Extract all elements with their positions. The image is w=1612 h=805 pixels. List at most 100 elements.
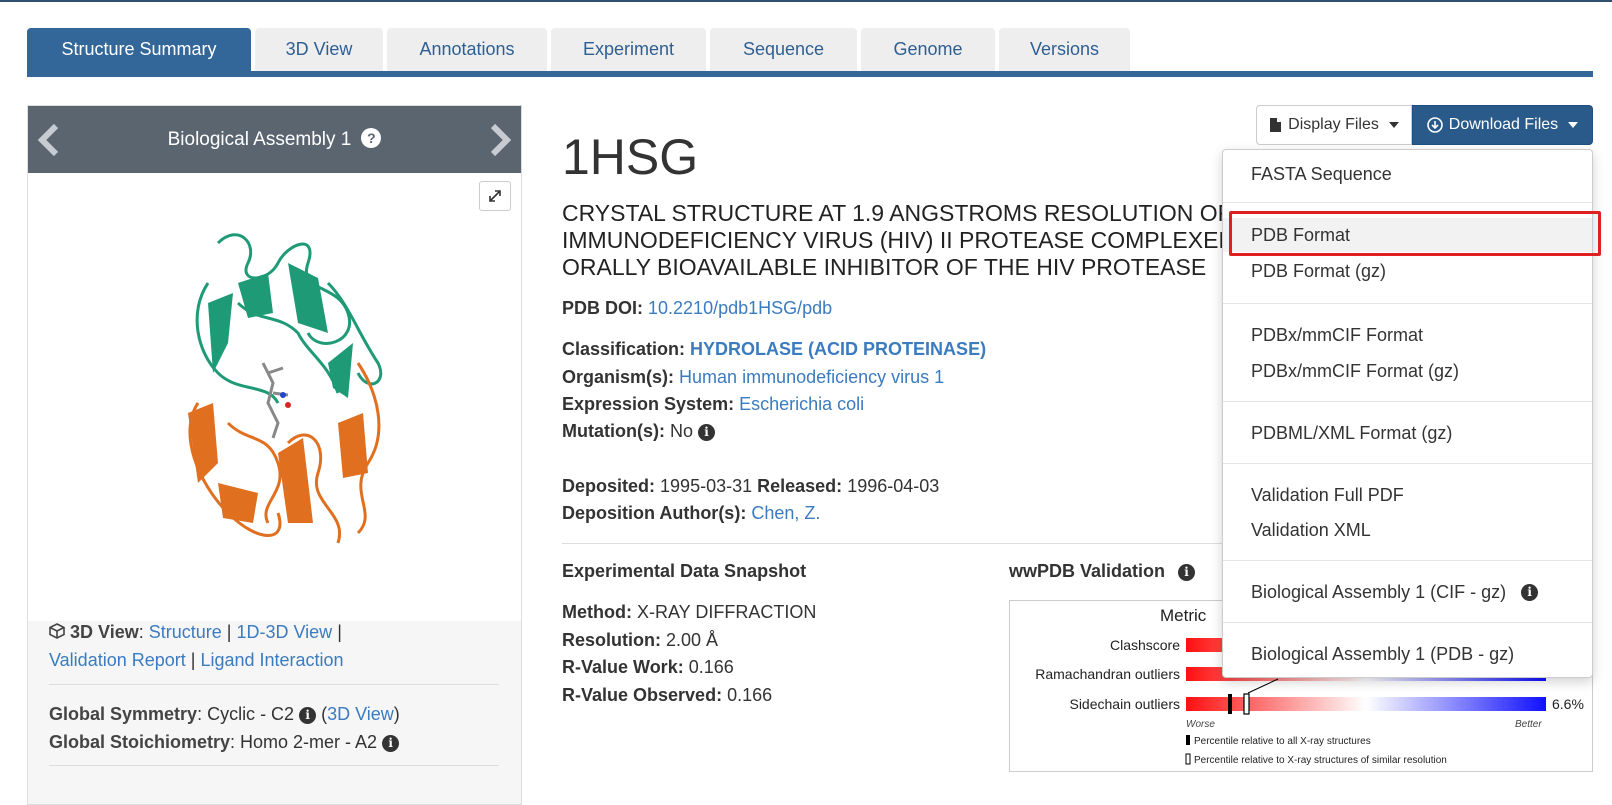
classification-label: Classification: — [562, 339, 686, 359]
tab-bar: Structure Summary 3D View Annotations Ex… — [27, 28, 1134, 71]
menu-item-fasta[interactable]: FASTA Sequence — [1223, 157, 1592, 191]
better-label: Better — [1515, 719, 1542, 730]
entry-title-line: ORALLY BIOAVAILABLE INHIBITOR OF THE HIV… — [562, 254, 1207, 280]
molecule-viewer[interactable] — [28, 173, 521, 621]
organism-link[interactable]: Human immunodeficiency virus 1 — [679, 367, 944, 387]
dates-row: Deposited: 1995-03-31 Released: 1996-04-… — [562, 476, 939, 497]
resolution-value: 2.00 Å — [666, 630, 719, 650]
info-icon[interactable]: i — [382, 735, 400, 752]
menu-item-validation-xml[interactable]: Validation XML — [1223, 513, 1592, 547]
entry-title: CRYSTAL STRUCTURE AT 1.9 ANGSTROMS RESOL… — [562, 200, 1222, 281]
info-icon[interactable]: i — [299, 707, 317, 724]
symmetry-value: : Cyclic - C2 — [197, 704, 295, 724]
assembly-title-text: Biological Assembly 1 — [167, 129, 352, 150]
validation-heading: wwPDB Validation i — [1009, 561, 1196, 582]
tab-genome[interactable]: Genome — [861, 28, 995, 71]
info-icon[interactable]: i — [1178, 564, 1196, 581]
caret-down-icon — [1388, 122, 1399, 128]
1d-3d-view-link[interactable]: 1D-3D View — [236, 622, 332, 642]
assembly-title: Biological Assembly 1? — [28, 128, 521, 151]
menu-item-pdbml[interactable]: PDBML/XML Format (gz) — [1223, 416, 1592, 450]
display-files-button[interactable]: Display Files — [1256, 105, 1412, 145]
method-row: Method: X-RAY DIFFRACTION — [562, 602, 816, 623]
menu-item-pdb-format-gz[interactable]: PDB Format (gz) — [1223, 254, 1592, 288]
divider — [49, 765, 499, 766]
organism-row: Organism(s): Human immunodeficiency viru… — [562, 367, 944, 388]
validation-report-link[interactable]: Validation Report — [49, 650, 186, 670]
chevron-right-icon[interactable] — [481, 122, 517, 158]
sidechain-marker-all — [1228, 694, 1232, 714]
symmetry-3d-view-link[interactable]: 3D View — [327, 704, 394, 724]
tab-versions[interactable]: Versions — [999, 28, 1130, 71]
top-rule — [0, 0, 1612, 2]
expression-label: Expression System: — [562, 394, 735, 414]
sidechain-bar — [1186, 697, 1546, 711]
tab-3d-view[interactable]: 3D View — [255, 28, 383, 71]
released-date: 1996-04-03 — [847, 476, 940, 496]
view-label: 3D View — [70, 622, 139, 642]
rwork-label: R-Value Work: — [562, 657, 684, 677]
mutation-value: No — [670, 421, 694, 441]
tab-sequence[interactable]: Sequence — [710, 28, 857, 71]
classification-row: Classification: HYDROLASE (ACID PROTEINA… — [562, 339, 986, 360]
robs-row: R-Value Observed: 0.166 — [562, 685, 772, 706]
display-files-label: Display Files — [1288, 116, 1379, 133]
rwork-row: R-Value Work: 0.166 — [562, 657, 734, 678]
worse-label: Worse — [1186, 719, 1215, 730]
legend-all: Percentile relative to all X-ray structu… — [1194, 736, 1371, 747]
download-files-button[interactable]: Download Files — [1412, 105, 1593, 145]
download-files-label: Download Files — [1448, 116, 1559, 133]
pdb-id: 1HSG — [562, 129, 699, 185]
tab-annotations[interactable]: Annotations — [387, 28, 547, 71]
mutation-row: Mutation(s): No i — [562, 421, 716, 442]
menu-item-pdb-format[interactable]: PDB Format — [1223, 218, 1592, 252]
deposited-label: Deposited: — [562, 476, 656, 496]
tab-structure-summary[interactable]: Structure Summary — [27, 28, 251, 71]
menu-divider — [1223, 463, 1592, 464]
tab-experiment[interactable]: Experiment — [551, 28, 706, 71]
help-icon[interactable]: ? — [361, 128, 382, 148]
ligand-interaction-link[interactable]: Ligand Interaction — [200, 650, 343, 670]
expression-link[interactable]: Escherichia coli — [739, 394, 864, 414]
metric-ramachandran: Ramachandran outliers — [1035, 666, 1180, 682]
info-icon[interactable]: i — [698, 424, 716, 441]
doi-row: PDB DOI: 10.2210/pdb1HSG/pdb — [562, 298, 832, 319]
info-icon[interactable]: i — [1521, 583, 1539, 601]
structure-link[interactable]: Structure — [149, 622, 222, 642]
doi-label: PDB DOI: — [562, 298, 643, 318]
authors-row: Deposition Author(s): Chen, Z. — [562, 503, 820, 524]
protein-ribbon-image — [188, 233, 383, 544]
validation-heading-text: wwPDB Validation — [1009, 561, 1166, 581]
symmetry-info: Global Symmetry: Cyclic - C2 i (3D View)… — [49, 704, 400, 752]
rwork-value: 0.166 — [688, 657, 734, 677]
resolution-row: Resolution: 2.00 Å — [562, 630, 718, 651]
expand-button[interactable] — [479, 181, 511, 211]
assembly-header: Biological Assembly 1? — [28, 106, 521, 173]
menu-item-assembly-cif[interactable]: Biological Assembly 1 (CIF - gz) i — [1223, 575, 1592, 609]
metric-sidechain: Sidechain outliers — [1069, 696, 1180, 712]
download-icon — [1426, 117, 1443, 133]
stoichiometry-label: Global Stoichiometry — [49, 732, 231, 752]
metric-header: Metric — [1160, 606, 1207, 625]
menu-item-mmcif[interactable]: PDBx/mmCIF Format — [1223, 318, 1592, 352]
deposited-date: 1995-03-31 — [660, 476, 753, 496]
menu-divider — [1223, 560, 1592, 561]
legend-similar: Percentile relative to X-ray structures … — [1194, 755, 1447, 766]
menu-item-assembly-pdb[interactable]: Biological Assembly 1 (PDB - gz) — [1223, 637, 1592, 671]
method-value: X-RAY DIFFRACTION — [637, 602, 817, 622]
author-link[interactable]: Chen, Z. — [751, 503, 820, 523]
mutation-label: Mutation(s): — [562, 421, 665, 441]
menu-divider — [1223, 202, 1592, 203]
classification-link[interactable]: HYDROLASE (ACID PROTEINASE) — [690, 339, 986, 359]
metric-clashscore: Clashscore — [1110, 637, 1180, 653]
assembly-panel: Biological Assembly 1? 3D View: Structur… — [27, 105, 522, 805]
snapshot-heading: Experimental Data Snapshot — [562, 561, 807, 581]
menu-item-validation-pdf[interactable]: Validation Full PDF — [1223, 478, 1592, 512]
caret-down-icon — [1568, 122, 1579, 128]
resolution-label: Resolution: — [562, 630, 661, 650]
legend-marker-similar — [1185, 753, 1191, 765]
menu-item-mmcif-gz[interactable]: PDBx/mmCIF Format (gz) — [1223, 354, 1592, 388]
menu-item-assembly-cif-label: Biological Assembly 1 (CIF - gz) — [1251, 581, 1507, 602]
doi-link[interactable]: 10.2210/pdb1HSG/pdb — [648, 298, 832, 318]
authors-label: Deposition Author(s): — [562, 503, 747, 523]
